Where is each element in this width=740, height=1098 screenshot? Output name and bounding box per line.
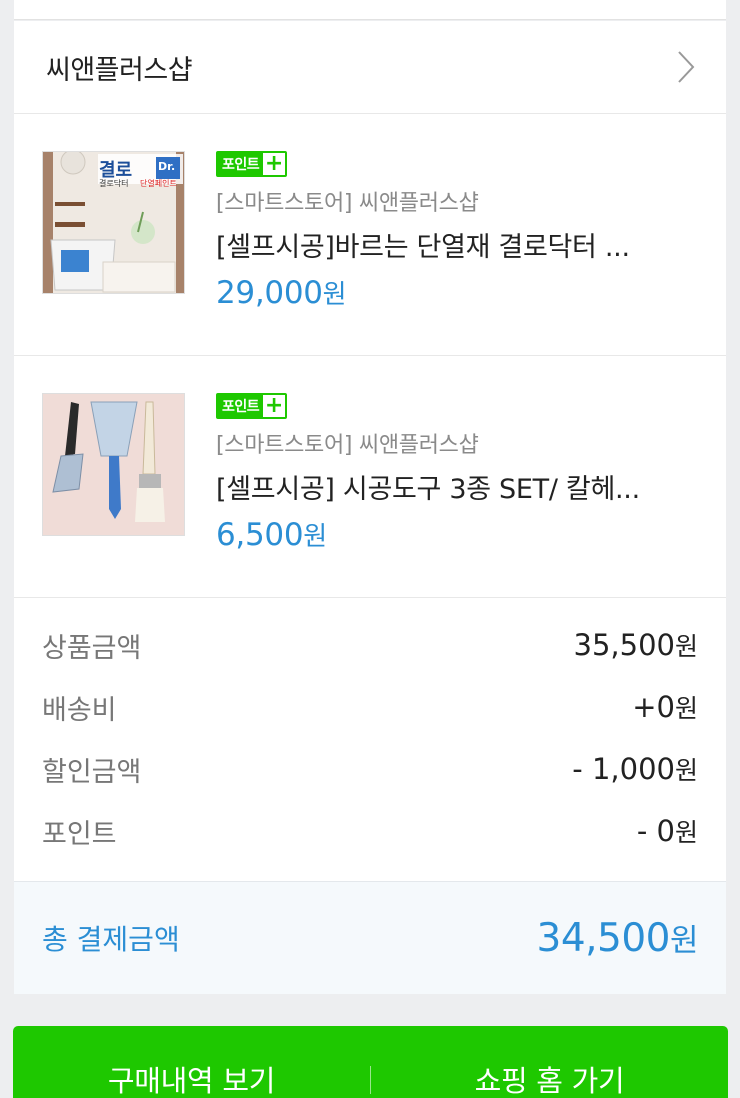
thumb-brand-tag: 단열페인트 [140,179,177,188]
product-price: 29,000원 [216,274,706,311]
summary-value: 35,500원 [574,627,699,663]
store-header[interactable]: 씨앤플러스샵 [14,21,726,114]
payment-summary: 상품금액 35,500원 배송비 +0원 할인금액 - 1,000원 포인트 -… [14,598,726,864]
product-price-value: 29,000 [216,275,323,311]
total-payment-label: 총 결제금액 [42,923,180,956]
summary-value: - 1,000원 [572,751,698,787]
summary-amount: +0 [632,690,675,724]
point-plus-badge: 포인트 + [216,151,288,177]
currency-unit: 원 [674,632,698,661]
summary-row-points: 포인트 - 0원 [42,800,698,862]
total-payment-row: 총 결제금액 34,500원 [14,881,726,994]
point-badge-label: 포인트 [218,395,264,417]
plus-icon: + [263,151,286,176]
shopping-home-button[interactable]: 쇼핑 홈 가기 [371,1026,728,1098]
product-seller: [스마트스토어] 씨앤플러스샵 [216,433,479,458]
order-card: 씨앤플러스샵 결로 Dr. 결로닥터 단열페인트 포인트 + [스마트스토어] … [14,21,726,994]
chevron-right-icon[interactable] [674,48,698,86]
currency-unit: 원 [674,818,698,847]
summary-label: 포인트 [42,818,117,850]
summary-row-shipping: 배송비 +0원 [42,676,698,738]
total-amount: 34,500 [536,916,671,961]
summary-amount: 35,500 [573,628,675,662]
bottom-action-bar: 구매내역 보기 쇼핑 홈 가기 [13,1026,728,1098]
product-seller: [스마트스토어] 씨앤플러스샵 [216,191,479,216]
summary-label: 상품금액 [42,632,142,664]
thumb-brand-dr: Dr. [158,160,176,173]
product-thumbnail[interactable]: 결로 Dr. 결로닥터 단열페인트 [42,151,185,294]
point-badge-label: 포인트 [218,153,264,175]
currency-unit: 원 [674,694,698,723]
point-plus-badge: 포인트 + [216,393,288,419]
previous-card-edge [14,0,726,20]
product-title[interactable]: [셀프시공]바르는 단열재 결로닥터 ... [216,225,706,264]
purchase-history-button[interactable]: 구매내역 보기 [13,1026,370,1098]
store-name: 씨앤플러스샵 [46,54,193,86]
summary-value: +0원 [632,689,698,725]
product-item[interactable]: 결로 Dr. 결로닥터 단열페인트 포인트 + [스마트스토어] 씨앤플러스샵 … [14,114,726,356]
summary-label: 배송비 [42,694,117,726]
thumb-brand-sub: 결로닥터 [99,179,129,188]
currency-unit: 원 [303,522,327,552]
currency-unit: 원 [669,923,699,959]
summary-row-discount: 할인금액 - 1,000원 [42,738,698,800]
product-item[interactable]: 포인트 + [스마트스토어] 씨앤플러스샵 [셀프시공] 시공도구 3종 SET… [14,356,726,598]
product-info: 포인트 + [스마트스토어] 씨앤플러스샵 [셀프시공] 시공도구 3종 SET… [216,393,706,553]
product-price-value: 6,500 [216,517,304,553]
product-title[interactable]: [셀프시공] 시공도구 3종 SET/ 칼헤... [216,467,706,506]
product-price: 6,500원 [216,516,706,553]
product-thumbnail[interactable] [42,393,185,536]
currency-unit: 원 [674,756,698,785]
summary-row-product-amount: 상품금액 35,500원 [42,614,698,676]
total-payment-value: 34,500원 [537,915,699,961]
summary-label: 할인금액 [42,756,142,788]
summary-amount: - 0 [636,814,675,848]
currency-unit: 원 [322,280,347,310]
plus-icon: + [263,393,286,418]
summary-value: - 0원 [637,813,698,849]
summary-amount: - 1,000 [572,752,675,786]
product-info: 포인트 + [스마트스토어] 씨앤플러스샵 [셀프시공]바르는 단열재 결로닥터… [216,151,706,311]
